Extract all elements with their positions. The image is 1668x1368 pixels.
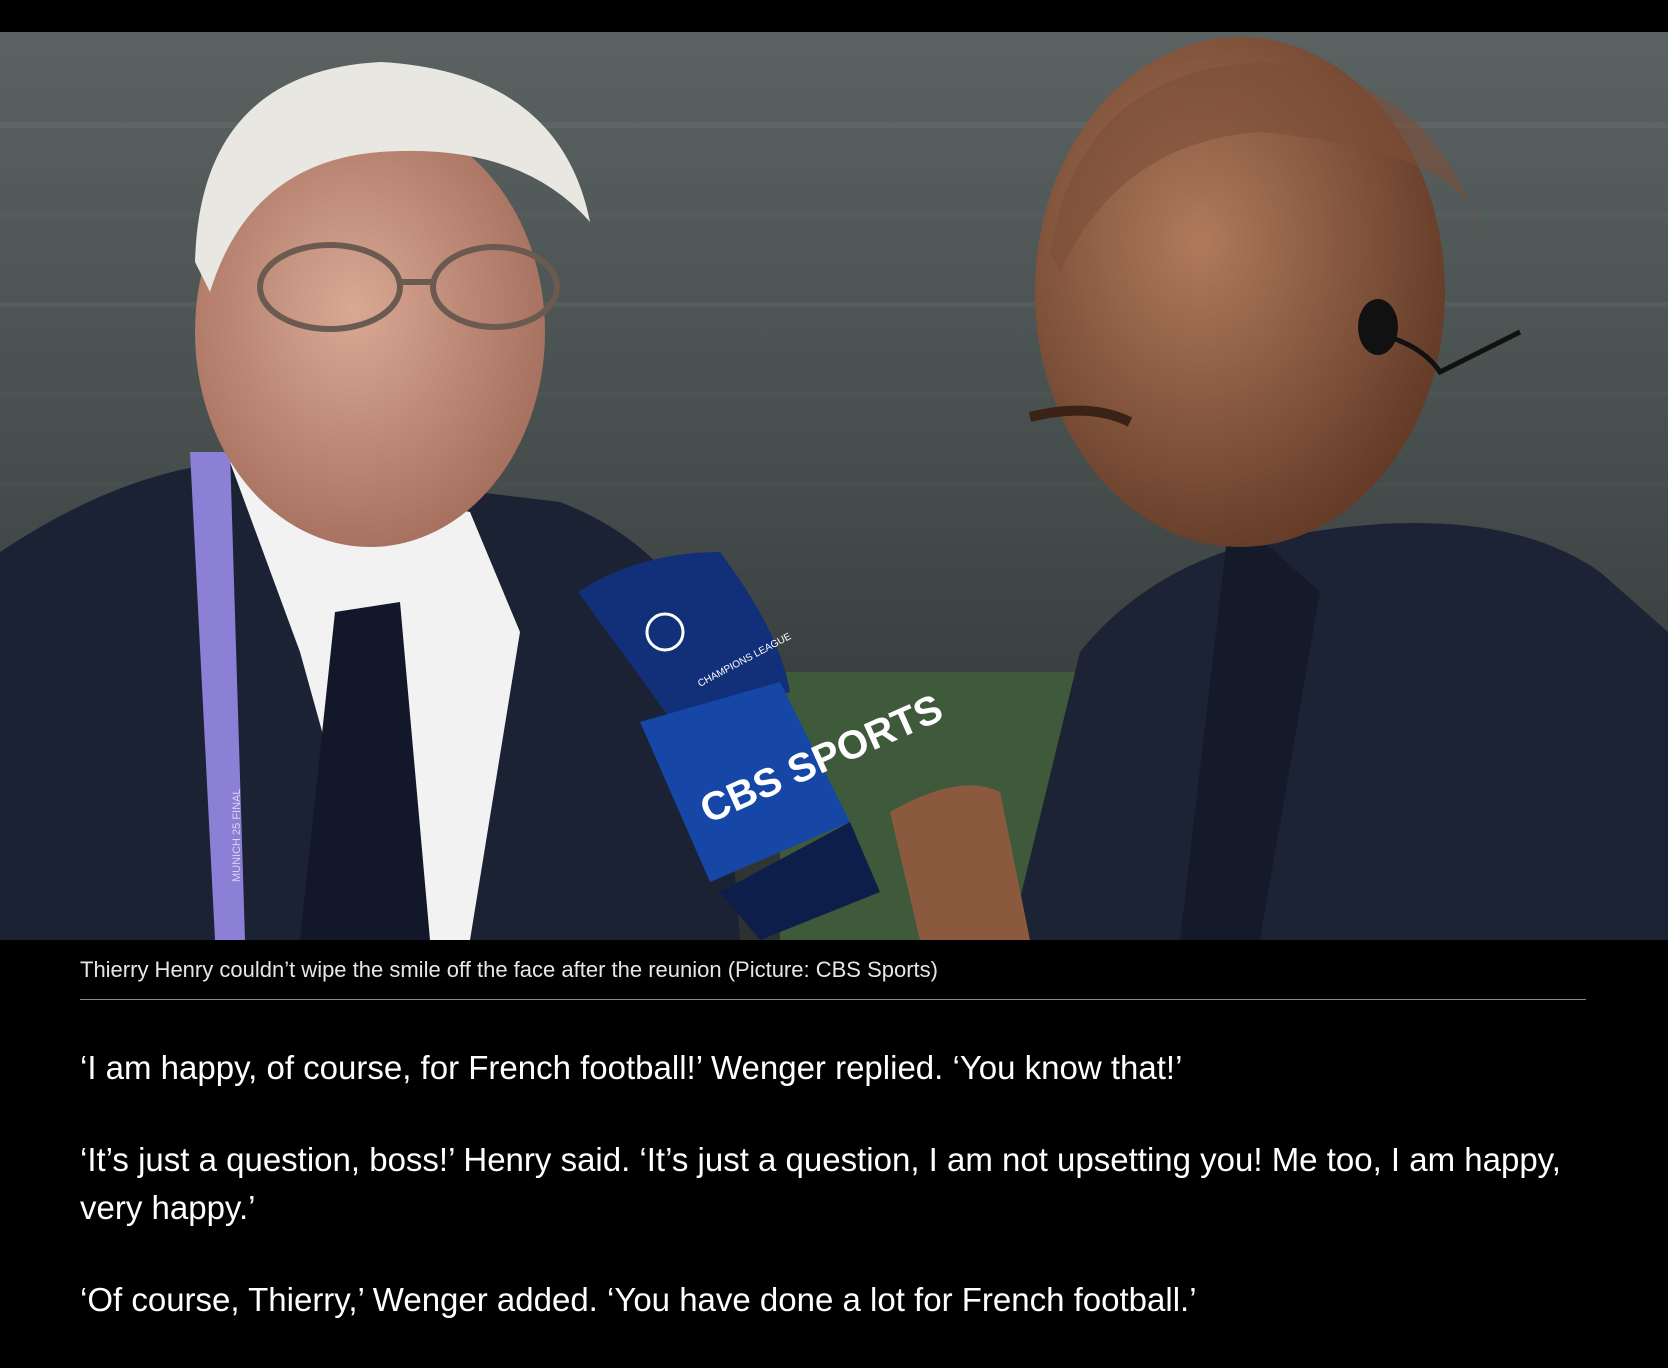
caption-divider: [80, 999, 1586, 1000]
earpiece-icon: [1358, 299, 1398, 355]
article-paragraph: ‘Of course, Thierry,’ Wenger added. ‘You…: [80, 1281, 1197, 1318]
top-bar: [0, 0, 1668, 32]
article-body: ‘I am happy, of course, for French footb…: [80, 1044, 1588, 1368]
article-paragraph: ‘I am happy, of course, for French footb…: [80, 1049, 1183, 1086]
lanyard-text: MUNICH 25 FINAL: [231, 788, 243, 882]
interview-scene: CHAMPIONS LEAGUE CBS SPORTS MUNICH 25 FI…: [0, 32, 1668, 940]
article-paragraph: ‘It’s just a question, boss!’ Henry said…: [80, 1141, 1561, 1226]
photo-caption: Thierry Henry couldn’t wipe the smile of…: [80, 957, 938, 982]
article-photo: CHAMPIONS LEAGUE CBS SPORTS MUNICH 25 FI…: [0, 32, 1668, 940]
